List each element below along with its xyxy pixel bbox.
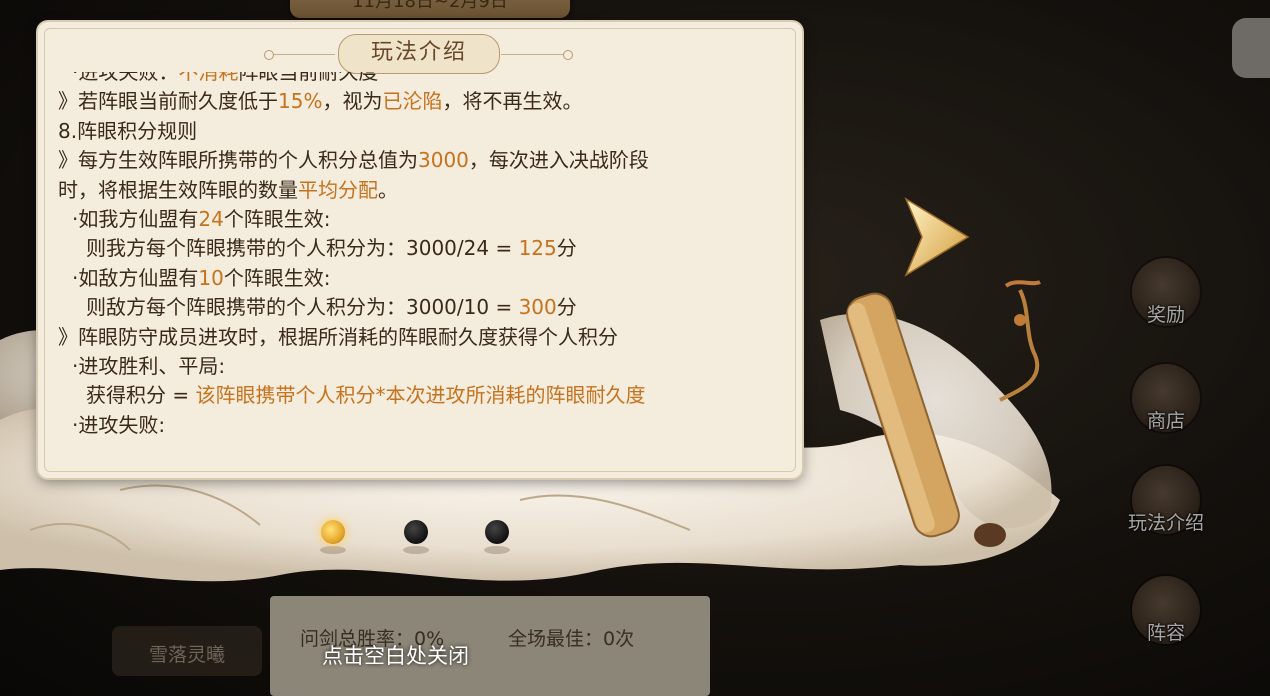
rule-text: 8.阵眼积分规则: [58, 118, 198, 143]
highlight-text: 125: [518, 236, 557, 261]
rules-line: ·进攻失败：不消耗阵眼当前耐久度: [58, 72, 788, 87]
rule-text: ·如敌方仙盟有: [72, 265, 199, 290]
rules-text[interactable]: ·进攻失败：不消耗阵眼当前耐久度 》若阵眼当前耐久度低于15%，视为已沦陷，将不再…: [58, 72, 788, 468]
rule-text: 分: [556, 236, 577, 261]
highlight-text: 24: [198, 207, 224, 232]
rules-line: 获得积分 = 该阵眼携带个人积分*本次进攻所消耗的阵眼耐久度: [58, 381, 788, 410]
highlight-text: 该阵眼携带个人积分*本次进攻所消耗的阵眼耐久度: [195, 383, 646, 408]
rule-text: 个阵眼生效:: [223, 265, 331, 290]
highlight-text: 15%: [278, 89, 323, 114]
rules-line: 则敌方每个阵眼携带的个人积分为：3000/10 = 300分: [58, 293, 788, 322]
rules-line: ·如敌方仙盟有10个阵眼生效:: [58, 264, 788, 293]
close-hint: 点击空白处关闭: [322, 644, 469, 668]
rules-line: 》若阵眼当前耐久度低于15%，视为已沦陷，将不再生效。: [58, 87, 788, 116]
rule-text: 阵眼当前耐久度: [238, 72, 379, 84]
rule-text: ·进攻失败：: [72, 72, 179, 84]
highlight-text: 10: [198, 265, 224, 290]
rule-text: ·进攻胜利、平局:: [72, 354, 226, 379]
rule-text: 》阵眼防守成员进攻时，根据所消耗的阵眼耐久度获得个人积分: [58, 324, 618, 349]
rule-text: ·进攻失败:: [72, 412, 166, 437]
rules-line: 时，将根据生效阵眼的数量平均分配。: [58, 176, 788, 205]
rule-text: ，每次进入决战阶段: [468, 148, 649, 173]
highlight-text: 平均分配: [298, 177, 378, 202]
rules-line: 8.阵眼积分规则: [58, 117, 788, 146]
rules-line: 》阵眼防守成员进攻时，根据所消耗的阵眼耐久度获得个人积分: [58, 323, 788, 352]
rule-text: 时，将根据生效阵眼的数量: [58, 177, 298, 202]
rule-text: 分: [556, 295, 577, 320]
rule-text: 获得积分 =: [86, 383, 196, 408]
highlight-text: 已沦陷: [382, 89, 443, 114]
scroll-ornament: [846, 280, 1041, 547]
rule-text: 则我方每个阵眼携带的个人积分为：3000/24 =: [86, 236, 519, 261]
rule-text: ·如我方仙盟有: [72, 207, 199, 232]
rule-text: 则敌方每个阵眼携带的个人积分为：3000/10 =: [86, 295, 519, 320]
rules-line: 则我方每个阵眼携带的个人积分为：3000/24 = 125分: [58, 234, 788, 263]
panel-title: 玩法介绍: [338, 34, 500, 74]
rule-text: 。: [378, 177, 398, 202]
rules-line: ·进攻胜利、平局:: [58, 352, 788, 381]
highlight-text: 300: [518, 295, 557, 320]
panel-header: 玩法介绍: [38, 30, 802, 74]
highlight-text: 3000: [418, 148, 469, 173]
rule-text: 》若阵眼当前耐久度低于: [58, 89, 278, 114]
rules-line: 》每方生效阵眼所携带的个人积分总值为3000，每次进入决战阶段: [58, 146, 788, 175]
rule-text: 个阵眼生效:: [223, 207, 331, 232]
highlight-text: 不消耗: [178, 72, 239, 84]
rule-text: 》每方生效阵眼所携带的个人积分总值为: [58, 148, 418, 173]
rule-text: ，将不再生效。: [442, 89, 583, 114]
rules-panel: 玩法介绍 ·进攻失败：不消耗阵眼当前耐久度 》若阵眼当前耐久度低于15%，视为已沦…: [38, 22, 802, 478]
rules-line: ·进攻失败:: [58, 411, 788, 440]
rule-text: ，视为: [322, 89, 383, 114]
page-dot-2[interactable]: [404, 520, 428, 544]
rules-line: ·如我方仙盟有24个阵眼生效:: [58, 205, 788, 234]
page-dot-3[interactable]: [485, 520, 509, 544]
page-dot-1[interactable]: [321, 520, 345, 544]
next-page-arrow-icon[interactable]: [900, 195, 972, 279]
